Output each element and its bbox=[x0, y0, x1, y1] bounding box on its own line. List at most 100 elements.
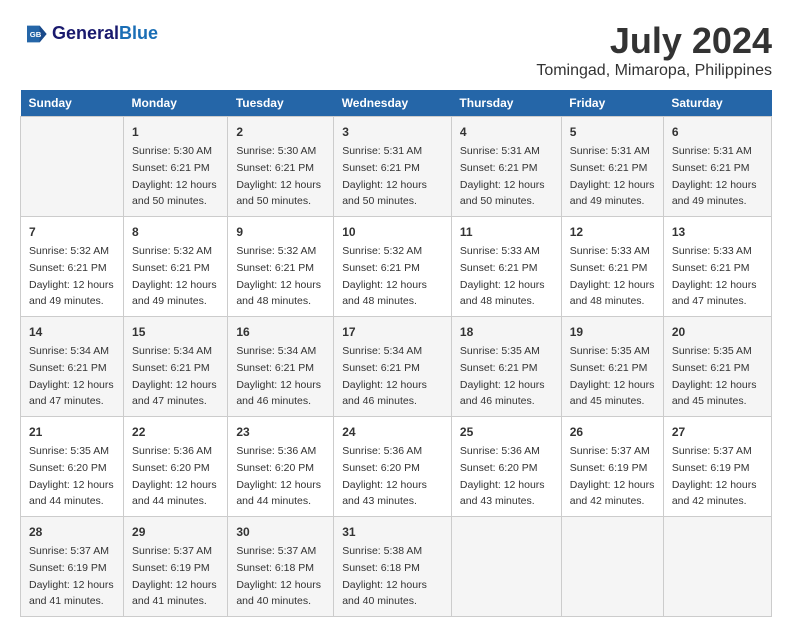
day-number: 6 bbox=[672, 123, 763, 141]
calendar-cell: 13 Sunrise: 5:33 AM Sunset: 6:21 PM Dayl… bbox=[663, 217, 771, 317]
sunset-text: Sunset: 6:21 PM bbox=[342, 162, 420, 174]
sunrise-text: Sunrise: 5:38 AM bbox=[342, 545, 422, 557]
calendar-cell: 20 Sunrise: 5:35 AM Sunset: 6:21 PM Dayl… bbox=[663, 317, 771, 417]
calendar-cell: 1 Sunrise: 5:30 AM Sunset: 6:21 PM Dayli… bbox=[124, 117, 228, 217]
daylight-text: Daylight: 12 hours and 41 minutes. bbox=[29, 579, 114, 608]
sunset-text: Sunset: 6:21 PM bbox=[460, 362, 538, 374]
calendar-cell: 16 Sunrise: 5:34 AM Sunset: 6:21 PM Dayl… bbox=[228, 317, 334, 417]
daylight-text: Daylight: 12 hours and 42 minutes. bbox=[570, 479, 655, 508]
daylight-text: Daylight: 12 hours and 46 minutes. bbox=[236, 379, 321, 408]
sunset-text: Sunset: 6:19 PM bbox=[672, 462, 750, 474]
calendar-cell: 23 Sunrise: 5:36 AM Sunset: 6:20 PM Dayl… bbox=[228, 417, 334, 517]
sunrise-text: Sunrise: 5:31 AM bbox=[342, 145, 422, 157]
daylight-text: Daylight: 12 hours and 48 minutes. bbox=[342, 279, 427, 308]
day-number: 23 bbox=[236, 423, 325, 441]
calendar-cell: 26 Sunrise: 5:37 AM Sunset: 6:19 PM Dayl… bbox=[561, 417, 663, 517]
calendar-week-row: 7 Sunrise: 5:32 AM Sunset: 6:21 PM Dayli… bbox=[21, 217, 772, 317]
day-number: 30 bbox=[236, 523, 325, 541]
sunset-text: Sunset: 6:20 PM bbox=[460, 462, 538, 474]
daylight-text: Daylight: 12 hours and 43 minutes. bbox=[342, 479, 427, 508]
header-sunday: Sunday bbox=[21, 90, 124, 117]
sunset-text: Sunset: 6:21 PM bbox=[672, 362, 750, 374]
day-number: 16 bbox=[236, 323, 325, 341]
day-number: 21 bbox=[29, 423, 115, 441]
calendar-cell bbox=[663, 517, 771, 617]
sunrise-text: Sunrise: 5:37 AM bbox=[132, 545, 212, 557]
sunrise-text: Sunrise: 5:36 AM bbox=[236, 445, 316, 457]
logo-text-line1: GeneralBlue bbox=[52, 24, 158, 44]
daylight-text: Daylight: 12 hours and 49 minutes. bbox=[132, 279, 217, 308]
calendar-cell: 5 Sunrise: 5:31 AM Sunset: 6:21 PM Dayli… bbox=[561, 117, 663, 217]
sunset-text: Sunset: 6:19 PM bbox=[29, 562, 107, 574]
daylight-text: Daylight: 12 hours and 45 minutes. bbox=[672, 379, 757, 408]
daylight-text: Daylight: 12 hours and 48 minutes. bbox=[570, 279, 655, 308]
daylight-text: Daylight: 12 hours and 46 minutes. bbox=[460, 379, 545, 408]
daylight-text: Daylight: 12 hours and 44 minutes. bbox=[132, 479, 217, 508]
calendar-cell: 19 Sunrise: 5:35 AM Sunset: 6:21 PM Dayl… bbox=[561, 317, 663, 417]
sunset-text: Sunset: 6:18 PM bbox=[342, 562, 420, 574]
calendar-cell: 31 Sunrise: 5:38 AM Sunset: 6:18 PM Dayl… bbox=[334, 517, 452, 617]
calendar-subtitle: Tomingad, Mimaropa, Philippines bbox=[536, 62, 772, 80]
sunset-text: Sunset: 6:21 PM bbox=[132, 362, 210, 374]
logo-icon: GB bbox=[20, 20, 48, 48]
sunset-text: Sunset: 6:21 PM bbox=[570, 162, 648, 174]
sunrise-text: Sunrise: 5:30 AM bbox=[236, 145, 316, 157]
sunrise-text: Sunrise: 5:32 AM bbox=[29, 245, 109, 257]
sunset-text: Sunset: 6:21 PM bbox=[672, 162, 750, 174]
sunrise-text: Sunrise: 5:37 AM bbox=[570, 445, 650, 457]
sunset-text: Sunset: 6:21 PM bbox=[570, 262, 648, 274]
daylight-text: Daylight: 12 hours and 44 minutes. bbox=[29, 479, 114, 508]
sunset-text: Sunset: 6:21 PM bbox=[342, 262, 420, 274]
sunrise-text: Sunrise: 5:32 AM bbox=[342, 245, 422, 257]
sunrise-text: Sunrise: 5:36 AM bbox=[460, 445, 540, 457]
daylight-text: Daylight: 12 hours and 47 minutes. bbox=[132, 379, 217, 408]
sunset-text: Sunset: 6:21 PM bbox=[342, 362, 420, 374]
sunrise-text: Sunrise: 5:33 AM bbox=[570, 245, 650, 257]
daylight-text: Daylight: 12 hours and 47 minutes. bbox=[29, 379, 114, 408]
sunrise-text: Sunrise: 5:37 AM bbox=[672, 445, 752, 457]
sunrise-text: Sunrise: 5:37 AM bbox=[29, 545, 109, 557]
sunset-text: Sunset: 6:19 PM bbox=[570, 462, 648, 474]
header-thursday: Thursday bbox=[451, 90, 561, 117]
calendar-header-row: SundayMondayTuesdayWednesdayThursdayFrid… bbox=[21, 90, 772, 117]
calendar-cell: 2 Sunrise: 5:30 AM Sunset: 6:21 PM Dayli… bbox=[228, 117, 334, 217]
sunset-text: Sunset: 6:21 PM bbox=[132, 262, 210, 274]
sunset-text: Sunset: 6:21 PM bbox=[460, 262, 538, 274]
daylight-text: Daylight: 12 hours and 40 minutes. bbox=[236, 579, 321, 608]
sunset-text: Sunset: 6:21 PM bbox=[29, 262, 107, 274]
day-number: 4 bbox=[460, 123, 553, 141]
calendar-table: SundayMondayTuesdayWednesdayThursdayFrid… bbox=[20, 90, 772, 617]
day-number: 17 bbox=[342, 323, 443, 341]
calendar-cell: 3 Sunrise: 5:31 AM Sunset: 6:21 PM Dayli… bbox=[334, 117, 452, 217]
sunrise-text: Sunrise: 5:32 AM bbox=[236, 245, 316, 257]
day-number: 28 bbox=[29, 523, 115, 541]
day-number: 22 bbox=[132, 423, 219, 441]
daylight-text: Daylight: 12 hours and 45 minutes. bbox=[570, 379, 655, 408]
day-number: 26 bbox=[570, 423, 655, 441]
sunset-text: Sunset: 6:21 PM bbox=[672, 262, 750, 274]
sunrise-text: Sunrise: 5:35 AM bbox=[29, 445, 109, 457]
calendar-week-row: 28 Sunrise: 5:37 AM Sunset: 6:19 PM Dayl… bbox=[21, 517, 772, 617]
day-number: 9 bbox=[236, 223, 325, 241]
day-number: 8 bbox=[132, 223, 219, 241]
day-number: 31 bbox=[342, 523, 443, 541]
daylight-text: Daylight: 12 hours and 47 minutes. bbox=[672, 279, 757, 308]
calendar-cell: 9 Sunrise: 5:32 AM Sunset: 6:21 PM Dayli… bbox=[228, 217, 334, 317]
day-number: 19 bbox=[570, 323, 655, 341]
sunset-text: Sunset: 6:21 PM bbox=[570, 362, 648, 374]
calendar-cell: 22 Sunrise: 5:36 AM Sunset: 6:20 PM Dayl… bbox=[124, 417, 228, 517]
daylight-text: Daylight: 12 hours and 42 minutes. bbox=[672, 479, 757, 508]
day-number: 11 bbox=[460, 223, 553, 241]
sunrise-text: Sunrise: 5:34 AM bbox=[342, 345, 422, 357]
svg-text:GB: GB bbox=[30, 30, 42, 39]
sunset-text: Sunset: 6:20 PM bbox=[342, 462, 420, 474]
daylight-text: Daylight: 12 hours and 46 minutes. bbox=[342, 379, 427, 408]
calendar-cell: 8 Sunrise: 5:32 AM Sunset: 6:21 PM Dayli… bbox=[124, 217, 228, 317]
calendar-cell: 4 Sunrise: 5:31 AM Sunset: 6:21 PM Dayli… bbox=[451, 117, 561, 217]
header-wednesday: Wednesday bbox=[334, 90, 452, 117]
calendar-cell: 25 Sunrise: 5:36 AM Sunset: 6:20 PM Dayl… bbox=[451, 417, 561, 517]
day-number: 5 bbox=[570, 123, 655, 141]
day-number: 14 bbox=[29, 323, 115, 341]
sunset-text: Sunset: 6:21 PM bbox=[29, 362, 107, 374]
day-number: 24 bbox=[342, 423, 443, 441]
